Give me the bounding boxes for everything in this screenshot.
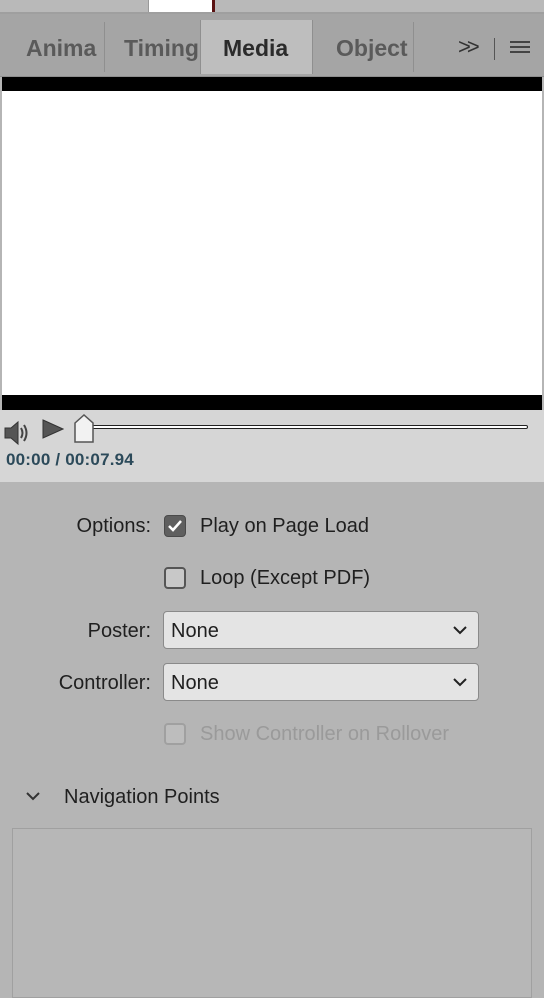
play-icon[interactable]	[42, 419, 64, 439]
media-preview	[2, 77, 542, 410]
poster-select[interactable]: None	[163, 611, 479, 649]
play-on-page-load-checkbox[interactable]	[164, 515, 186, 537]
poster-label: Poster:	[87, 620, 151, 642]
checkmark-icon	[168, 520, 182, 532]
chevron-down-icon[interactable]	[24, 790, 42, 802]
play-on-page-load-label: Play on Page Load	[200, 515, 370, 537]
video-frame	[2, 91, 542, 395]
show-controller-on-rollover-label: Show Controller on Rollover	[200, 723, 450, 745]
controller-label: Controller:	[58, 672, 151, 694]
chevron-down-icon	[453, 626, 467, 635]
tab-media[interactable]: Media	[200, 20, 313, 74]
speaker-icon[interactable]	[4, 418, 34, 448]
chevron-down-icon	[453, 678, 467, 687]
controller-select-value: None	[171, 672, 219, 694]
tab-timing[interactable]: Timing	[124, 20, 200, 74]
navigation-points-title: Navigation Points	[64, 786, 220, 808]
double-chevron-right-icon[interactable]: >>	[458, 34, 480, 60]
options-label: Options:	[76, 515, 151, 537]
seek-track[interactable]	[84, 425, 528, 429]
timecode-readout: 00:00 / 00:07.94	[6, 450, 134, 469]
seek-thumb[interactable]	[72, 414, 96, 444]
loop-checkbox[interactable]	[164, 567, 186, 589]
hamburger-menu-icon[interactable]	[510, 41, 530, 56]
controller-select[interactable]: None	[163, 663, 479, 701]
navigation-points-header[interactable]: Navigation Points	[0, 780, 544, 816]
document-page-edge	[148, 0, 213, 12]
show-controller-on-rollover-checkbox[interactable]	[164, 723, 186, 745]
loop-label: Loop (Except PDF)	[200, 567, 371, 589]
tab-object[interactable]: Object	[336, 20, 412, 74]
top-strip	[0, 0, 544, 14]
panel-tab-bar: Anima Timing Media Object >>	[0, 14, 544, 77]
navigation-points-list[interactable]	[12, 828, 532, 998]
media-controller: 00:00 / 00:07.94	[0, 410, 544, 482]
tab-animation[interactable]: Anima	[26, 20, 102, 74]
poster-select-value: None	[171, 620, 219, 642]
